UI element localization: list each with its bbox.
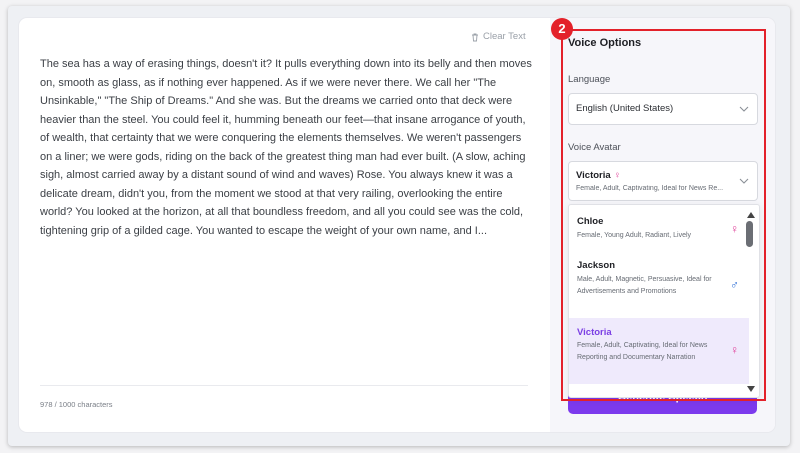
annotation-highlight-box: [561, 29, 766, 401]
annotation-badge: 2: [551, 18, 573, 40]
clear-text-label: Clear Text: [483, 31, 526, 42]
trash-icon: [472, 33, 478, 41]
character-count: 978 / 1000 characters: [40, 400, 113, 409]
clear-text-button[interactable]: Clear Text: [470, 31, 526, 42]
editor-divider: [40, 385, 528, 386]
script-textarea[interactable]: The sea has a way of erasing things, doe…: [40, 55, 532, 240]
